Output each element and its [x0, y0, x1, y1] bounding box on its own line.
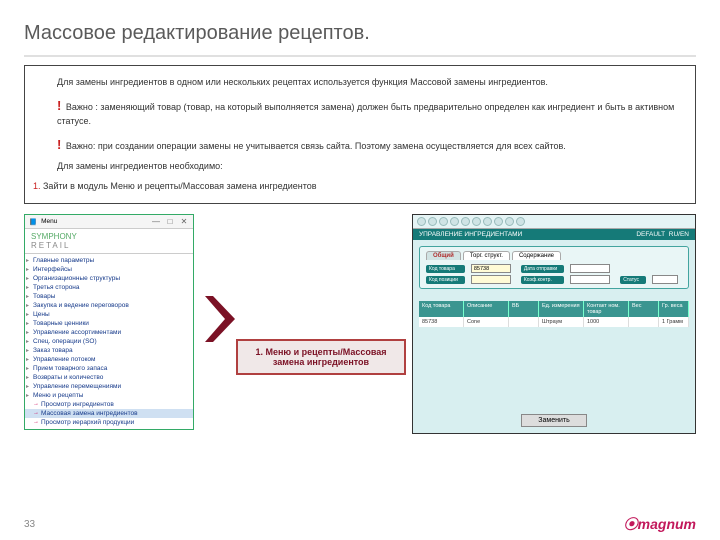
tab-general[interactable]: Общий — [426, 251, 461, 260]
warning-2: ! Важно: при создании операции замены не… — [57, 135, 683, 155]
app-header-title: УПРАВЛЕНИЕ ИНГРЕДИЕНТАМИ — [419, 231, 522, 238]
tab-struct[interactable]: Торг. структ. — [463, 251, 510, 260]
tree-subitem[interactable]: Массовая замена ингредиентов — [25, 409, 193, 418]
grid-cell: Cone — [464, 317, 509, 327]
tree-item[interactable]: Управление ассортиментами — [25, 328, 193, 337]
input-code[interactable] — [471, 264, 511, 273]
toolbar-button[interactable] — [494, 217, 503, 226]
grid-cell — [509, 317, 539, 327]
data-grid: Код товараОписаниеВБЕд. измеренияКонтакт… — [419, 301, 689, 327]
grid-header-cell: ВБ — [509, 301, 539, 317]
toolbar-button[interactable] — [461, 217, 470, 226]
grid-cell: 85738 — [419, 317, 464, 327]
page-title: Массовое редактирование рецептов. — [24, 22, 696, 45]
input-send-date[interactable] — [570, 264, 610, 273]
replace-button[interactable]: Заменить — [521, 414, 586, 427]
arrow-icon — [200, 294, 240, 344]
tree-item[interactable]: Управление потоком — [25, 355, 193, 364]
footer-logo: ⦿magnum — [624, 514, 696, 534]
tree-item[interactable]: Управление перемещениями — [25, 382, 193, 391]
tree-subitem[interactable]: Просмотр иерархий продукции — [25, 418, 193, 427]
maximize-icon[interactable]: □ — [165, 217, 175, 226]
tree-item[interactable]: Цены — [25, 310, 193, 319]
grid-header-cell: Ед. измерения — [539, 301, 584, 317]
instructions-box: Для замены ингредиентов в одном или неск… — [24, 65, 696, 204]
tree-item[interactable]: Прием товарного запаса — [25, 364, 193, 373]
input-position[interactable] — [471, 275, 511, 284]
tree-item[interactable]: Третья сторона — [25, 283, 193, 292]
intro-text: Для замены ингредиентов в одном или неск… — [57, 76, 683, 90]
label-coef: Коэф.контр. — [521, 276, 564, 284]
grid-header-cell: Код товара — [419, 301, 464, 317]
tree-item[interactable]: Заказ товара — [25, 346, 193, 355]
grid-cell — [629, 317, 659, 327]
tree-item[interactable]: Спец. операции (SO) — [25, 337, 193, 346]
tree-item[interactable]: Организационные структуры — [25, 274, 193, 283]
lead-text: Для замены ингредиентов необходимо: — [57, 160, 683, 174]
toolbar-button[interactable] — [505, 217, 514, 226]
toolbar-button[interactable] — [483, 217, 492, 226]
grid-cell: Штраум — [539, 317, 584, 327]
tree-body: Главные параметрыИнтерфейсыОрганизационн… — [25, 254, 193, 429]
app-logo: SYMPHONY RETAIL — [25, 229, 193, 254]
warning-1: ! Важно : заменяющий товар (товар, на ко… — [57, 96, 683, 129]
tree-item[interactable]: Товарные ценники — [25, 319, 193, 328]
grid-header-cell: Контакт ном. товар — [584, 301, 629, 317]
grid-header-cell: Гр. веса — [659, 301, 689, 317]
label-code: Код товара — [426, 265, 465, 273]
toolbar-button[interactable] — [428, 217, 437, 226]
folder-icon: 📘 — [29, 218, 37, 226]
grid-header-cell: Описание — [464, 301, 509, 317]
step-1: Зайти в модуль Меню и рецепты/Массовая з… — [43, 180, 683, 194]
app-window: УПРАВЛЕНИЕ ИНГРЕДИЕНТАМИ DEFAULT RU/EN О… — [412, 214, 696, 434]
exclamation-icon: ! — [57, 137, 61, 152]
title-divider — [24, 55, 696, 57]
tab-content[interactable]: Содержание — [512, 251, 561, 260]
tree-item[interactable]: Меню и рецепты — [25, 391, 193, 400]
minimize-icon[interactable]: — — [151, 217, 161, 226]
callout-box: 1. Меню и рецепты/Массовая замена ингред… — [236, 339, 406, 375]
app-header-lang: RU/EN — [669, 231, 689, 238]
menu-tree-window: 📘 Menu — □ ✕ SYMPHONY RETAIL Главные пар… — [24, 214, 194, 430]
app-toolbar — [413, 215, 695, 229]
tree-item[interactable]: Товары — [25, 292, 193, 301]
toolbar-button[interactable] — [450, 217, 459, 226]
grid-header-cell: Вес — [629, 301, 659, 317]
input-coef[interactable] — [570, 275, 610, 284]
toolbar-button[interactable] — [472, 217, 481, 226]
window-title: Menu — [41, 218, 57, 225]
input-status[interactable] — [652, 275, 678, 284]
label-position: Код позиции — [426, 276, 465, 284]
tree-item[interactable]: Интерфейсы — [25, 265, 193, 274]
page-number: 33 — [24, 519, 35, 530]
exclamation-icon: ! — [57, 98, 61, 113]
window-titlebar: 📘 Menu — □ ✕ — [25, 215, 193, 229]
close-icon[interactable]: ✕ — [179, 217, 189, 226]
grid-cell: 1000 — [584, 317, 629, 327]
tree-item[interactable]: Главные параметры — [25, 256, 193, 265]
toolbar-button[interactable] — [516, 217, 525, 226]
toolbar-button[interactable] — [439, 217, 448, 226]
tree-item[interactable]: Возвраты и количество — [25, 373, 193, 382]
toolbar-button[interactable] — [417, 217, 426, 226]
app-header: УПРАВЛЕНИЕ ИНГРЕДИЕНТАМИ DEFAULT RU/EN — [413, 229, 695, 240]
label-send-date: Дата отправки — [521, 265, 564, 273]
grid-cell: 1 Грамм — [659, 317, 689, 327]
tree-subitem[interactable]: Просмотр ингредиентов — [25, 400, 193, 409]
form-box: Общий Торг. структ. Содержание Код товар… — [419, 246, 689, 289]
tree-item[interactable]: Закупка и ведение переговоров — [25, 301, 193, 310]
app-header-user: DEFAULT — [636, 231, 665, 238]
label-status: Статус — [620, 276, 646, 284]
